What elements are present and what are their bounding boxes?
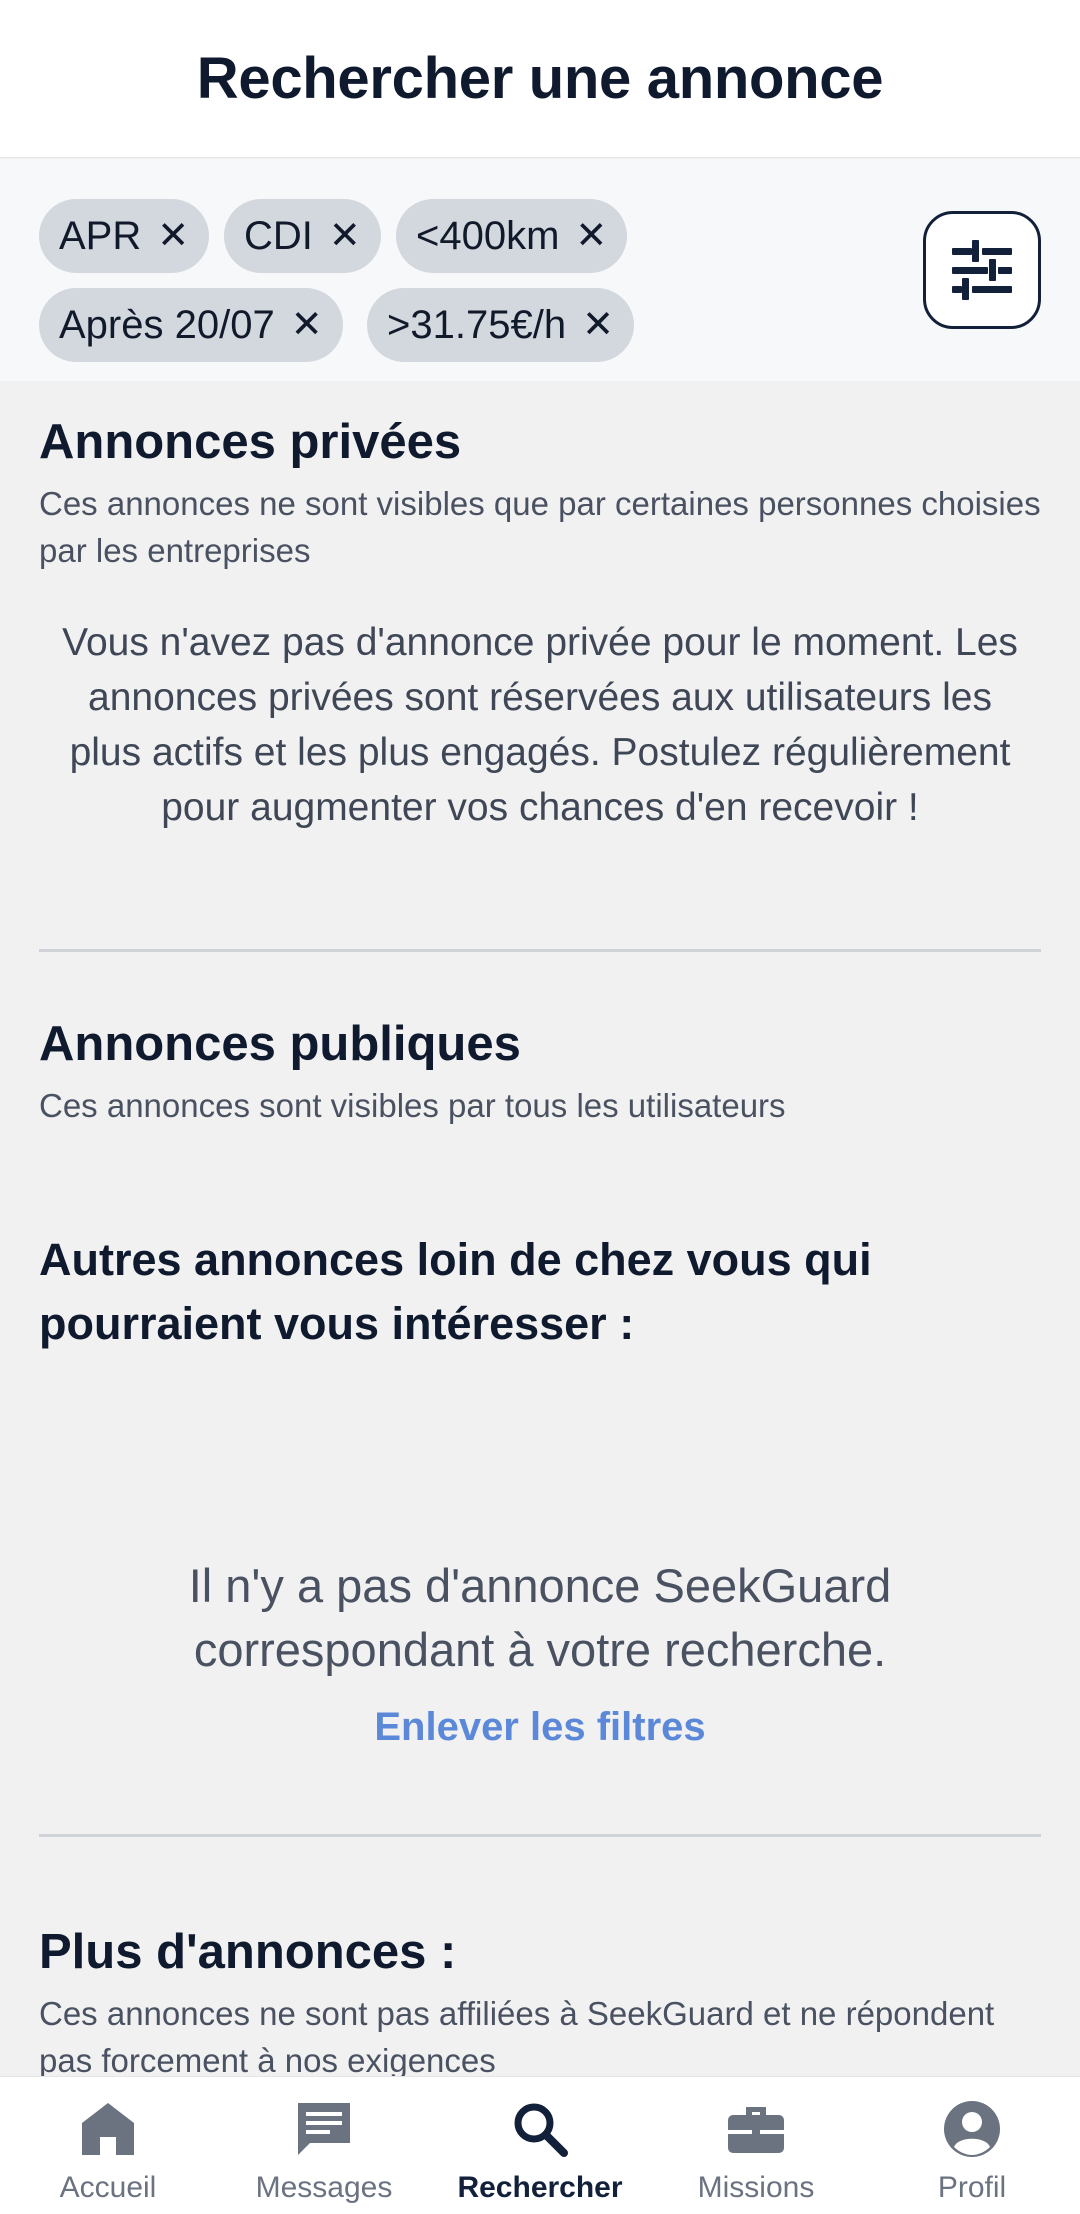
tab-missions[interactable]: Missions	[648, 2077, 864, 2214]
top-app-bar: Rechercher une annonce	[0, 0, 1080, 158]
filter-chip-apr[interactable]: APR ✕	[39, 199, 210, 273]
close-icon[interactable]: ✕	[291, 306, 323, 344]
profile-icon	[944, 2101, 1000, 2157]
page-title: Rechercher une annonce	[196, 46, 884, 111]
divider	[39, 1834, 1041, 1837]
tab-label: Profil	[937, 2171, 1007, 2204]
search-icon	[514, 2103, 568, 2157]
tab-label: Accueil	[59, 2171, 157, 2204]
section-title: Plus d'annonces :	[39, 1925, 457, 1979]
public-listings-section: Annonces publiques Ces annonces sont vis…	[39, 1016, 1041, 1129]
filter-chip-label: CDI	[244, 213, 313, 258]
section-subtitle: Ces annonces ne sont visibles que par ce…	[39, 485, 1041, 569]
tab-label: Messages	[255, 2171, 393, 2204]
far-listings-section: Autres annonces loin de chez vous qui po…	[39, 1228, 1041, 1356]
home-icon	[82, 2103, 134, 2155]
bottom-tab-bar: Accueil Messages Rechercher Missions Pro…	[0, 2076, 1080, 2214]
divider	[39, 949, 1041, 952]
tab-messages[interactable]: Messages	[216, 2077, 432, 2214]
message-icon	[298, 2103, 350, 2155]
section-subtitle: Ces annonces ne sont pas affiliées à See…	[39, 1995, 995, 2079]
section-title: Annonces privées	[39, 415, 462, 469]
private-listings-section: Annonces privées Ces annonces ne sont vi…	[39, 414, 1041, 574]
section-title: Annonces publiques	[39, 1017, 521, 1071]
close-icon[interactable]: ✕	[157, 217, 189, 255]
filter-chip-cdi[interactable]: CDI ✕	[224, 199, 381, 273]
section-title: Autres annonces loin de chez vous qui po…	[39, 1234, 872, 1349]
sliders-icon	[952, 240, 1012, 300]
private-empty-message: Vous n'avez pas d'annonce privée pour le…	[62, 621, 1018, 829]
tab-accueil[interactable]: Accueil	[0, 2077, 216, 2214]
tab-profil[interactable]: Profil	[864, 2077, 1080, 2214]
filter-chip-label: Après 20/07	[59, 302, 275, 347]
filter-chip-distance[interactable]: <400km ✕	[396, 199, 628, 273]
filter-chip-rate[interactable]: >31.75€/h ✕	[367, 288, 634, 362]
filter-chip-label: APR	[59, 213, 142, 258]
tab-label: Rechercher	[457, 2171, 623, 2204]
no-results-message: Il n'y a pas d'annonce SeekGuard corresp…	[188, 1559, 892, 1676]
filter-settings-button[interactable]	[923, 211, 1041, 329]
filter-chip-label: <400km	[416, 213, 560, 258]
filter-bar: APR ✕ CDI ✕ <400km ✕ Après 20/07 ✕ >31.7…	[0, 159, 1080, 381]
close-icon[interactable]: ✕	[575, 217, 607, 255]
tab-label: Missions	[697, 2171, 815, 2204]
filter-chip-date[interactable]: Après 20/07 ✕	[39, 288, 343, 362]
close-icon[interactable]: ✕	[582, 306, 614, 344]
close-icon[interactable]: ✕	[329, 217, 361, 255]
section-subtitle: Ces annonces sont visibles par tous les …	[39, 1087, 786, 1124]
briefcase-icon	[728, 2107, 784, 2153]
tab-rechercher[interactable]: Rechercher	[432, 2077, 648, 2214]
filter-chip-label: >31.75€/h	[387, 302, 567, 347]
more-listings-section: Plus d'annonces : Ces annonces ne sont p…	[39, 1924, 1041, 2084]
remove-filters-link[interactable]: Enlever les filtres	[290, 1705, 790, 1750]
